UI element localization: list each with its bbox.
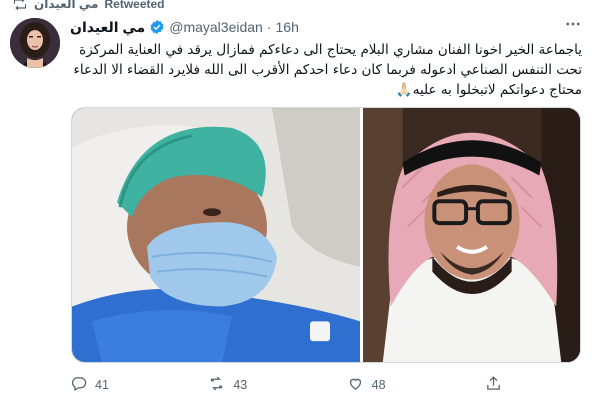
handle[interactable]: @mayal3eidan — [169, 19, 263, 35]
avatar[interactable] — [10, 18, 60, 68]
tweet-actions: 41 43 48 — [70, 373, 510, 397]
reply-button[interactable]: 41 — [70, 375, 109, 395]
reply-icon — [70, 375, 87, 395]
display-name[interactable]: مي العيدان — [70, 19, 145, 36]
hospital-patient-photo[interactable] — [72, 108, 360, 362]
more-options-icon[interactable] — [563, 14, 583, 34]
tweet-text: ياجماعة الخير اخونا الفنان مشاري البلام … — [73, 42, 582, 98]
portrait-photo[interactable] — [363, 108, 580, 362]
like-button[interactable]: 48 — [347, 375, 386, 395]
tweet-header: مي العيدان @mayal3eidan · 16h — [70, 17, 299, 37]
retweet-button[interactable]: 43 — [208, 375, 247, 395]
retweet-count: 43 — [233, 378, 248, 392]
like-count: 48 — [371, 378, 386, 392]
retweeted-label: Retweeted — [104, 0, 165, 11]
retweet-action-icon — [208, 375, 225, 395]
heart-icon — [347, 375, 364, 395]
verified-badge-icon — [149, 19, 165, 35]
share-button[interactable] — [485, 375, 510, 395]
separator-dot: · — [266, 19, 272, 35]
share-icon — [485, 375, 502, 395]
retweet-icon — [12, 0, 28, 11]
tweet-media[interactable] — [71, 107, 581, 363]
retweet-context: مي العيدان Retweeted — [12, 0, 165, 11]
retweeter-name[interactable]: مي العيدان — [34, 0, 98, 11]
timestamp[interactable]: 16h — [276, 19, 299, 35]
reply-count: 41 — [95, 378, 109, 392]
